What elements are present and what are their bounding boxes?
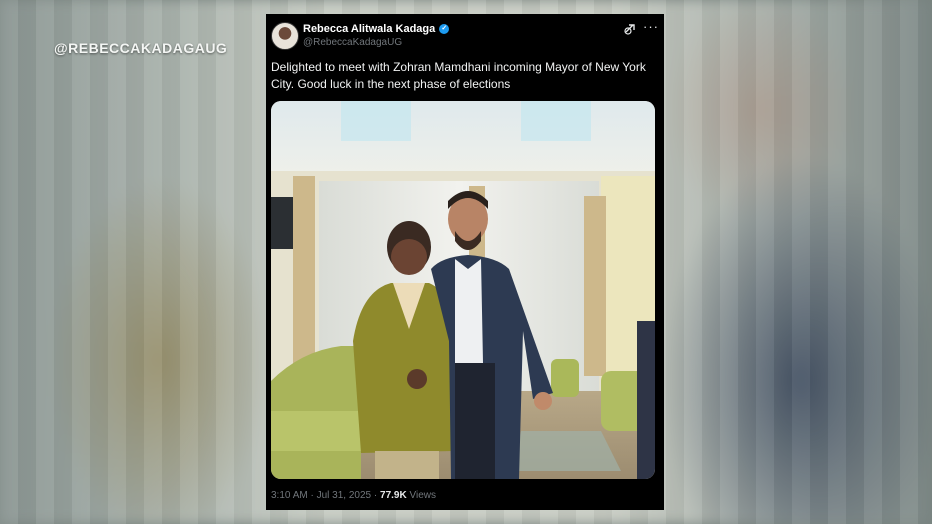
tweet-card: Rebecca Alitwala Kadaga ✓ @RebeccaKadaga… [266,14,664,510]
grok-icon[interactable] [623,22,637,36]
watermark-handle: @REBECCAKADAGAUG [54,40,228,56]
tweet-meta: 3:10 AM · Jul 31, 2025 · 77.9K Views [271,490,436,501]
tweet-text: Delighted to meet with Zohran Mamdhani i… [271,60,646,91]
meta-separator-2: · [373,490,378,501]
author-name[interactable]: Rebecca Alitwala Kadaga [303,23,435,35]
more-options-icon[interactable]: ··· [643,19,659,34]
author-row: Rebecca Alitwala Kadaga ✓ [303,23,450,35]
tweet-photo[interactable] [271,101,655,479]
views-count: 77.9K [380,490,407,501]
tweet-time[interactable]: 3:10 AM [271,490,308,501]
views-label: Views [409,490,436,501]
author-handle[interactable]: @RebeccaKadagaUG [303,37,402,48]
avatar[interactable] [271,22,299,50]
meta-separator: · [310,490,314,501]
photo-illustration [271,101,655,479]
tweet-date[interactable]: Jul 31, 2025 [317,490,372,501]
verified-badge-icon: ✓ [439,24,450,34]
